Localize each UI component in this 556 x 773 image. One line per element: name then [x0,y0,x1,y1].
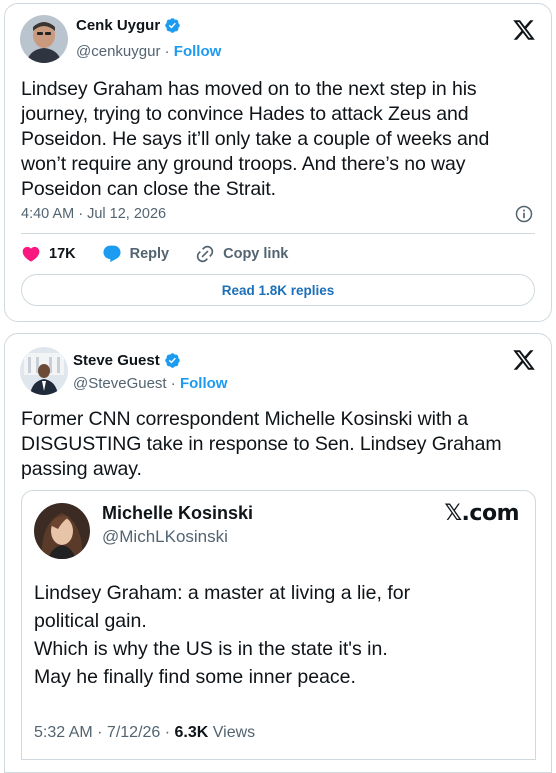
separator: · [166,375,180,392]
follow-button[interactable]: Follow [180,375,228,392]
separator: · [160,43,174,60]
tweet-text-line: Poseidon can close the Strait. [21,178,276,200]
divider [21,233,535,234]
x-logo-icon[interactable] [512,348,536,372]
tweet-card-steve: Steve Guest @SteveGuest · Follow Former … [4,333,552,773]
embed-text-line: Which is why the US is in the state it's… [34,638,388,660]
embed-author-handle: @MichLKosinski [102,527,228,546]
author-name-row[interactable]: Cenk Uygur [76,17,181,34]
tweet-text-line: DISGUSTING take in response to Sen. Lind… [21,433,502,455]
like-count: 17K [49,246,76,262]
avatar[interactable] [20,15,68,63]
embed-text: Lindsey Graham: a master at living a lie… [34,579,410,691]
verified-badge-icon [164,353,180,368]
tweet-card-cenk: Cenk Uygur @cenkuygur · Follow Lindsey G… [4,3,552,322]
tweet-text: Former CNN correspondent Michelle Kosins… [21,407,502,482]
embed-author-name: Michelle Kosinski [102,503,254,523]
handle-row: @SteveGuest · Follow [73,375,227,392]
read-replies-button[interactable]: Read 1.8K replies [21,274,535,306]
author-name[interactable]: Steve Guest [73,352,160,369]
tweet-text-line: passing away. [21,458,142,480]
embed-text-line: political gain. [34,610,147,632]
author-handle[interactable]: @cenkuygur [76,43,160,60]
embed-meta: 5:32 AM · 7/12/26 · 6.3K Views [34,724,255,742]
verified-badge-icon [165,18,180,33]
embed-text-line: May he finally find some inner peace. [34,666,356,688]
tweet-text-line: Lindsey Graham has moved on to the next … [21,78,477,100]
embed-views-label: Views [208,724,256,741]
tweet-text-line: Former CNN correspondent Michelle Kosins… [21,408,469,430]
avatar[interactable] [20,347,68,395]
reply-button[interactable]: Reply [102,244,170,264]
tweet-text: Lindsey Graham has moved on to the next … [21,77,489,202]
tweet-timestamp[interactable]: 4:40 AM · Jul 12, 2026 [21,206,166,222]
like-button[interactable]: 17K [21,244,76,264]
info-icon[interactable] [514,204,534,224]
author-name-row[interactable]: Steve Guest [73,352,181,369]
embedded-tweet-image[interactable]: Michelle Kosinski @MichLKosinski 𝕏.com L… [21,490,536,760]
x-com-logo: 𝕏.com [444,501,519,526]
author-handle[interactable]: @SteveGuest [73,375,167,392]
copy-link-label: Copy link [223,246,289,262]
reply-label: Reply [129,246,170,262]
author-name[interactable]: Cenk Uygur [76,17,160,34]
tweet-text-line: journey, trying to convince Hades to att… [21,103,469,125]
tweet-text-line: Poseidon. He says it’ll only take a coup… [21,128,490,150]
reply-bubble-icon [103,245,121,263]
embed-views-count: 6.3K [174,724,209,741]
x-logo-icon[interactable] [512,18,536,42]
action-bar: 17K Reply Copy link [21,244,314,264]
embed-timestamp: 5:32 AM · 7/12/26 · [34,724,175,741]
tweet-text-line: won’t require any ground troops. And the… [21,153,466,175]
link-icon [196,245,214,263]
handle-row: @cenkuygur · Follow [76,43,221,60]
embed-text-line: Lindsey Graham: a master at living a lie… [34,582,411,604]
heart-icon [22,246,40,262]
copy-link-button[interactable]: Copy link [195,244,288,264]
embed-avatar [34,503,90,559]
follow-button[interactable]: Follow [174,43,222,60]
